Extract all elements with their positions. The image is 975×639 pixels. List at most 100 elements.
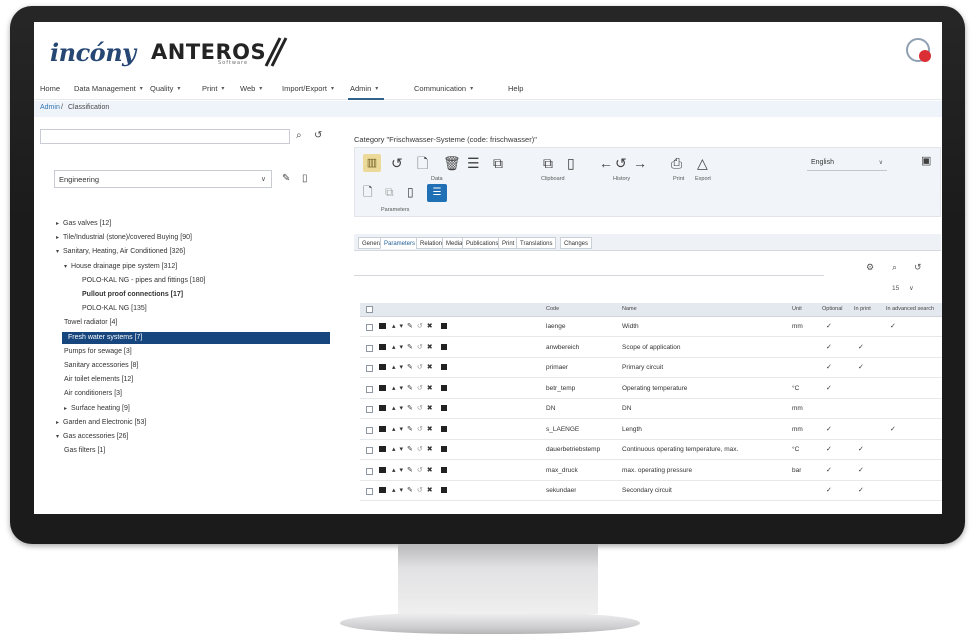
- tree-item[interactable]: Gas filters [1]: [64, 445, 105, 457]
- delete-icon[interactable]: ✖: [427, 426, 437, 433]
- row-action-icons[interactable]: ▴▾✎↺✖: [379, 343, 447, 351]
- delete-icon[interactable]: ✖: [427, 344, 437, 351]
- drag-handle-icon[interactable]: [379, 487, 386, 494]
- tree-item[interactable]: ▸ Garden and Electronic [53]: [56, 417, 146, 429]
- new-document-icon[interactable]: ▯: [302, 174, 308, 184]
- move-up-icon[interactable]: ▴: [392, 405, 400, 412]
- details-icon[interactable]: [440, 466, 447, 473]
- edit-icon[interactable]: ✎: [282, 174, 290, 184]
- details-icon[interactable]: [440, 487, 447, 494]
- expanded-chevron-icon[interactable]: ▾: [64, 264, 67, 270]
- menu-item-9[interactable]: Help: [508, 84, 523, 93]
- hierarchy-icon[interactable]: ☰: [467, 156, 480, 170]
- move-up-icon[interactable]: ▴: [392, 364, 400, 371]
- move-down-icon[interactable]: ▾: [400, 487, 408, 494]
- move-up-icon[interactable]: ▴: [392, 385, 400, 392]
- copy-icon[interactable]: ⧉: [493, 156, 503, 170]
- drag-handle-icon[interactable]: [379, 405, 386, 412]
- history-icon[interactable]: ↺: [615, 156, 627, 170]
- details-icon[interactable]: [440, 343, 447, 350]
- delete-icon[interactable]: ✖: [427, 405, 437, 412]
- move-down-icon[interactable]: ▾: [400, 405, 408, 412]
- details-icon[interactable]: [440, 364, 447, 371]
- delete-icon[interactable]: ✖: [427, 385, 437, 392]
- tree-item[interactable]: Towel radiator [4]: [64, 317, 117, 329]
- table-row[interactable]: ▴▾✎↺✖ s_LAENGE Length mm ✓ ✓: [360, 421, 942, 440]
- drag-handle-icon[interactable]: [379, 323, 386, 330]
- tree-item[interactable]: POLO-KAL NG - pipes and fittings [180]: [82, 275, 205, 287]
- row-checkbox[interactable]: [366, 344, 373, 352]
- new-parameter-icon[interactable]: 🗋: [363, 186, 373, 198]
- edit-icon[interactable]: ✎: [407, 426, 417, 433]
- tree-search-input[interactable]: [40, 129, 290, 144]
- row-action-icons[interactable]: ▴▾✎↺✖: [379, 425, 447, 433]
- drag-handle-icon[interactable]: [379, 384, 386, 391]
- tree-item[interactable]: Air conditioners [3]: [64, 388, 122, 400]
- print-icon[interactable]: ⎙: [671, 156, 682, 170]
- menu-item-3[interactable]: Quality ▾: [150, 84, 180, 93]
- tab-translations[interactable]: Translations: [516, 237, 557, 249]
- row-checkbox[interactable]: [366, 324, 373, 331]
- table-row[interactable]: ▴▾✎↺✖ DN DN mm: [360, 400, 942, 419]
- move-up-icon[interactable]: ▴: [392, 426, 400, 433]
- move-down-icon[interactable]: ▾: [400, 467, 408, 474]
- table-row[interactable]: ▴▾✎↺✖ anwbereich Scope of application ✓ ✓: [360, 339, 942, 358]
- move-down-icon[interactable]: ▾: [400, 385, 408, 392]
- collapsed-chevron-icon[interactable]: ▸: [56, 420, 59, 426]
- tree-item[interactable]: ▸ Gas valves [12]: [56, 218, 111, 230]
- reset-icon[interactable]: ↺: [314, 131, 322, 141]
- menu-item-2[interactable]: Data Management ▾: [74, 84, 143, 93]
- row-checkbox[interactable]: [366, 488, 373, 495]
- grid-filter-input[interactable]: [354, 260, 824, 276]
- tree-item[interactable]: Fresh water systems [7]: [62, 331, 330, 344]
- reset-icon[interactable]: ↺: [417, 446, 427, 453]
- details-icon[interactable]: [440, 425, 447, 432]
- edit-icon[interactable]: ✎: [407, 344, 417, 351]
- reset-icon[interactable]: ↺: [417, 385, 427, 392]
- tab-parameters[interactable]: Parameters: [380, 237, 420, 249]
- tree-item[interactable]: Pumps for sewage [3]: [64, 346, 132, 358]
- move-down-icon[interactable]: ▾: [400, 446, 408, 453]
- move-up-icon[interactable]: ▴: [392, 344, 400, 351]
- reset-icon[interactable]: ↺: [417, 487, 427, 494]
- reset-icon[interactable]: ↺: [417, 323, 427, 330]
- classification-select[interactable]: Engineering ∨: [54, 170, 272, 188]
- notification-badge-icon[interactable]: [919, 50, 931, 62]
- reset-icon[interactable]: ↺: [417, 426, 427, 433]
- tab-publications[interactable]: Publications: [462, 237, 503, 249]
- delete-icon[interactable]: ✖: [427, 446, 437, 453]
- paste-parameter-icon[interactable]: ▯: [407, 186, 414, 198]
- select-all-checkbox[interactable]: [366, 306, 373, 313]
- row-checkbox[interactable]: [366, 426, 373, 434]
- page-size-select[interactable]: 15 ∨: [892, 284, 914, 292]
- delete-icon[interactable]: ✖: [427, 467, 437, 474]
- delete-icon[interactable]: ✖: [427, 487, 437, 494]
- export-icon[interactable]: △: [697, 156, 708, 170]
- tree-item[interactable]: ▾ House drainage pipe system [312]: [64, 261, 177, 273]
- table-row[interactable]: ▴▾✎↺✖ dauerbetriebstemp Continuous operati…: [360, 441, 942, 460]
- expanded-chevron-icon[interactable]: ▾: [56, 434, 59, 440]
- move-up-icon[interactable]: ▴: [392, 446, 400, 453]
- tree-item[interactable]: Sanitary accessories [8]: [64, 360, 138, 372]
- reset-icon[interactable]: ↺: [417, 467, 427, 474]
- move-down-icon[interactable]: ▾: [400, 426, 408, 433]
- reset-icon[interactable]: ↺: [417, 364, 427, 371]
- clipboard-paste-icon[interactable]: ▯: [567, 156, 575, 170]
- collapsed-chevron-icon[interactable]: ▸: [56, 235, 59, 241]
- table-row[interactable]: ▴▾✎↺✖ sekundaer Secondary circuit ✓ ✓: [360, 482, 942, 501]
- drag-handle-icon[interactable]: [379, 364, 386, 371]
- collapsed-chevron-icon[interactable]: ▸: [56, 221, 59, 227]
- row-action-icons[interactable]: ▴▾✎↺✖: [379, 445, 447, 453]
- column-header[interactable]: Optional: [822, 306, 843, 312]
- column-header[interactable]: Code: [546, 306, 559, 312]
- back-icon[interactable]: ←: [599, 156, 613, 170]
- column-header[interactable]: Name: [622, 306, 637, 312]
- reset-icon[interactable]: ↺: [914, 262, 922, 273]
- move-up-icon[interactable]: ▴: [392, 323, 400, 330]
- reset-icon[interactable]: ↺: [417, 344, 427, 351]
- language-select[interactable]: English ∨: [807, 157, 887, 171]
- search-icon[interactable]: ⌕: [892, 262, 897, 273]
- collapsed-chevron-icon[interactable]: ▸: [64, 406, 67, 412]
- table-row[interactable]: ▴▾✎↺✖ laenge Width mm ✓ ✓: [360, 318, 942, 337]
- tree-item[interactable]: Air toilet elements [12]: [64, 374, 133, 386]
